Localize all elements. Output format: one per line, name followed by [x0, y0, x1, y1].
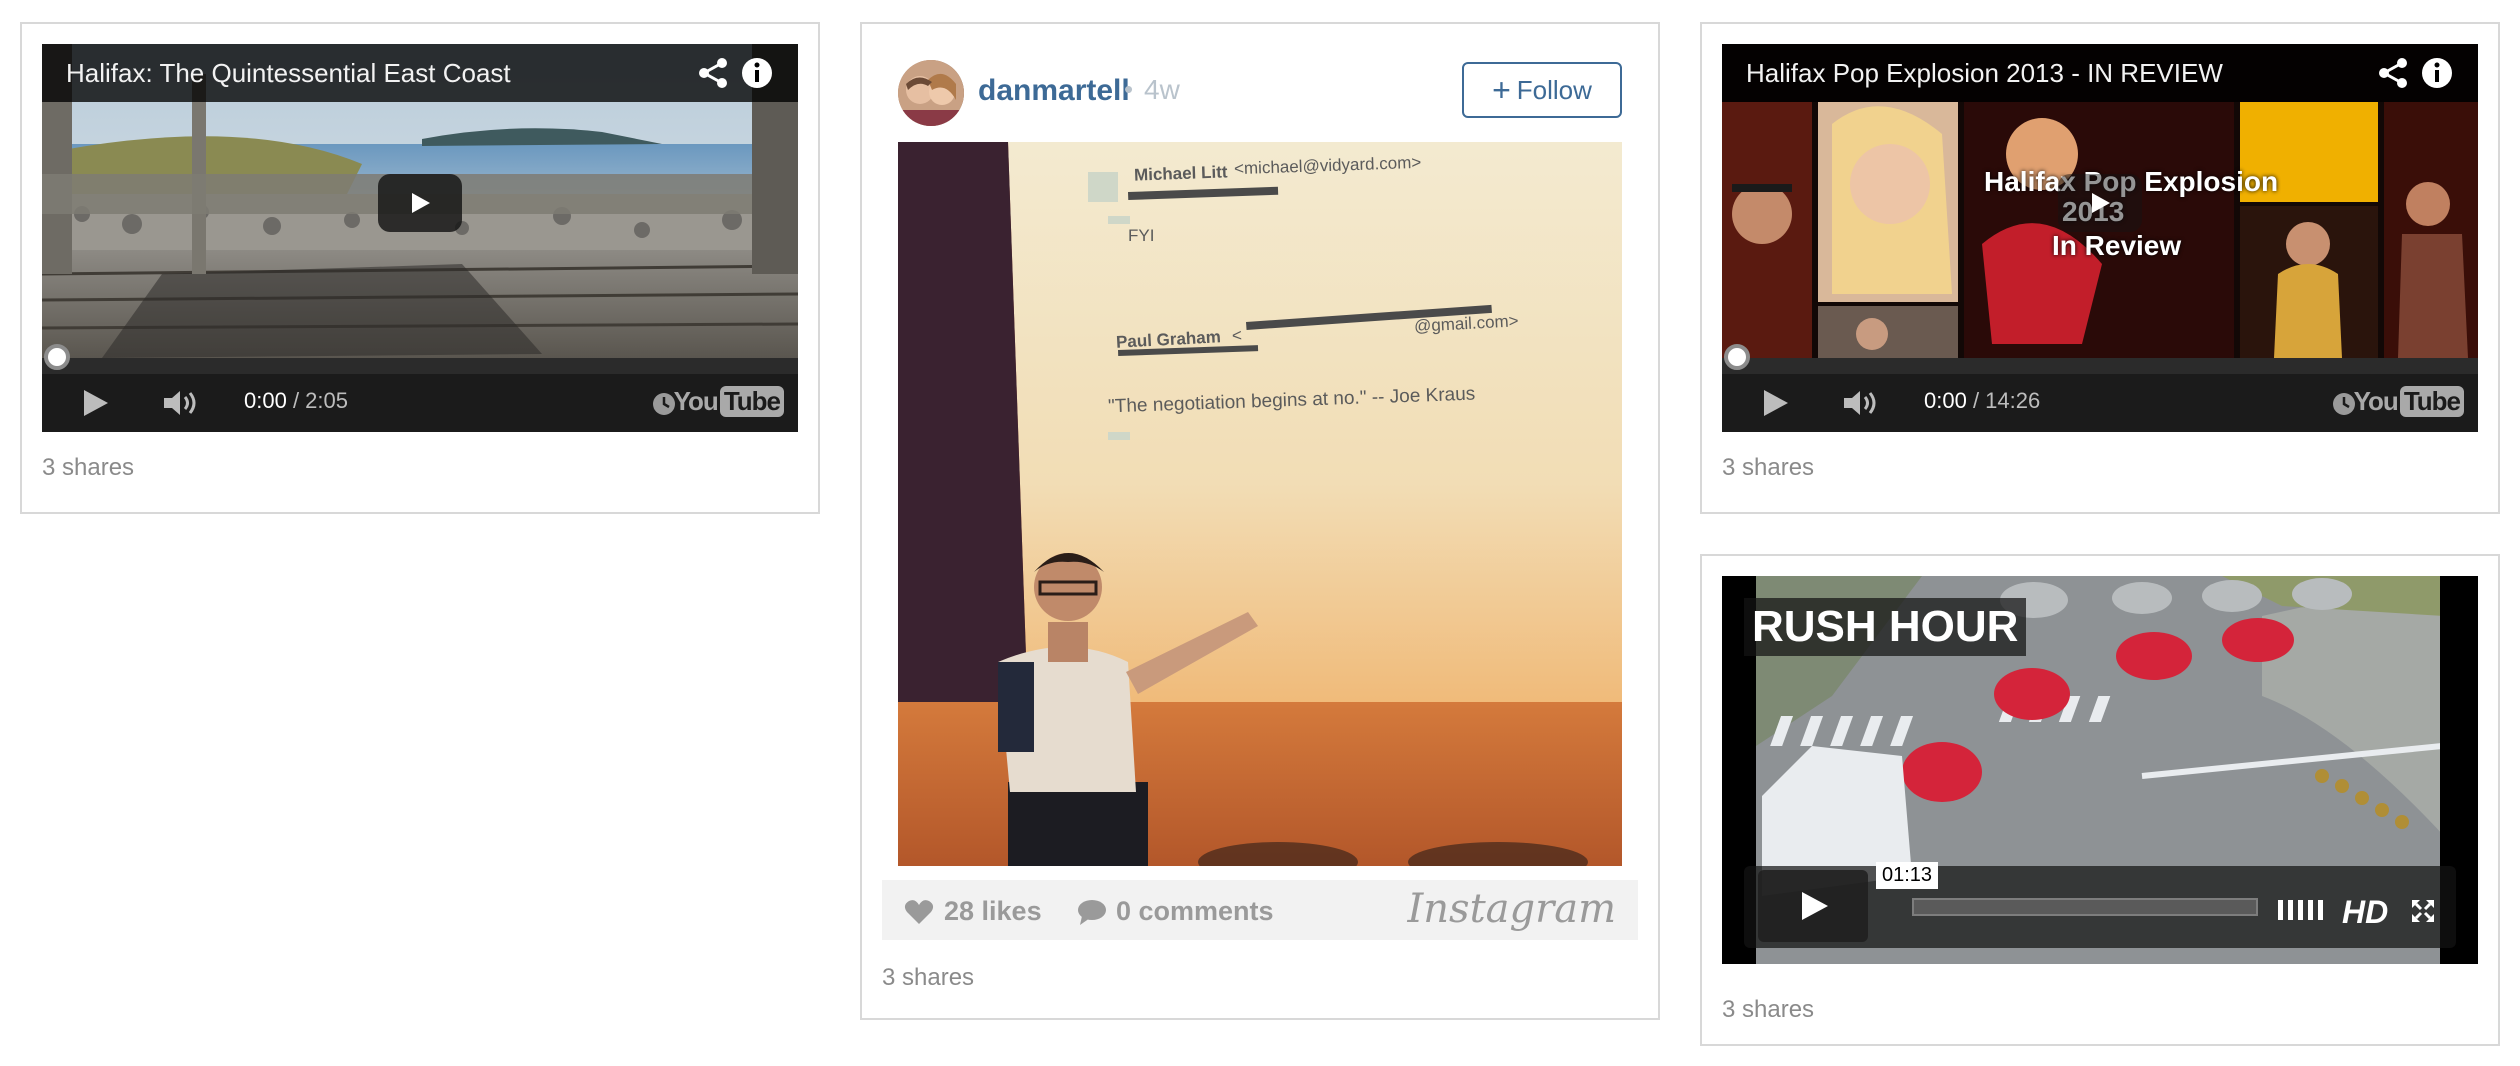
youtube-player[interactable]: Halifax Pop Explosion 2013 In Review Hal…: [1722, 44, 2478, 432]
avatar[interactable]: [898, 60, 964, 126]
youtube-logo[interactable]: You Tube: [2354, 386, 2464, 417]
comment-icon[interactable]: [1076, 898, 1108, 926]
progress-bar[interactable]: [1912, 898, 2258, 916]
youtube-logo-you: You: [673, 386, 719, 416]
play-icon[interactable]: [80, 388, 110, 418]
youtube-logo-you: You: [2353, 386, 2399, 416]
instagram-card: danmartell • 4w + Follow Michael Litt <m…: [860, 22, 1660, 1020]
avatar-image: [898, 60, 964, 126]
time-display: 0:00 / 14:26: [1924, 388, 2040, 414]
fullscreen-icon[interactable]: [2410, 898, 2436, 924]
video-player[interactable]: RUSH HOUR 01:13 HD: [1722, 576, 2478, 964]
volume-icon[interactable]: [162, 388, 202, 418]
video-card-rush-hour: RUSH HOUR 01:13 HD 3 shares: [1700, 554, 2500, 1046]
time-display: 0:00 / 2:05: [244, 388, 348, 414]
video-title-bar: Halifax Pop Explosion 2013 - IN REVIEW: [1722, 44, 2478, 102]
progress-scrubber[interactable]: [44, 344, 70, 370]
play-icon: [412, 193, 430, 213]
progress-bar[interactable]: [1722, 358, 2478, 374]
time-total: 14:26: [1985, 388, 2041, 413]
follow-button[interactable]: + Follow: [1462, 62, 1622, 118]
video-title[interactable]: Halifax: The Quintessential East Coast: [66, 58, 511, 89]
time-separator: /: [286, 388, 306, 413]
hd-toggle[interactable]: HD: [2342, 894, 2388, 931]
instagram-photo[interactable]: Michael Litt <michael@vidyard.com> FYI P…: [898, 142, 1622, 866]
video-title[interactable]: RUSH HOUR: [1744, 598, 2027, 656]
volume-icon[interactable]: [1842, 388, 1882, 418]
share-icon[interactable]: [696, 56, 730, 90]
time-current: 0:00: [244, 388, 287, 413]
video-title-bar: Halifax: The Quintessential East Coast: [42, 44, 798, 102]
plus-icon: +: [1492, 72, 1511, 108]
watch-later-icon[interactable]: [652, 392, 676, 416]
progress-bar[interactable]: [42, 358, 798, 374]
share-count: 3 shares: [1722, 996, 1815, 1023]
email-fyi: FYI: [1128, 226, 1155, 245]
volume-bars-icon[interactable]: [2276, 898, 2324, 922]
video-thumbnail[interactable]: Halifax: The Quintessential East Coast: [42, 44, 798, 358]
likes-count[interactable]: 28 likes: [944, 896, 1042, 927]
play-icon[interactable]: [1760, 388, 1790, 418]
email-sender-1: Michael Litt: [1133, 162, 1228, 185]
comments-count[interactable]: 0 comments: [1116, 896, 1274, 927]
time-total: 2:05: [305, 388, 348, 413]
play-icon: [2092, 193, 2110, 213]
play-button[interactable]: [1758, 870, 1868, 942]
video-title[interactable]: Halifax Pop Explosion 2013 - IN REVIEW: [1746, 58, 2223, 89]
share-count: 3 shares: [1722, 454, 1815, 481]
youtube-logo[interactable]: You Tube: [674, 386, 784, 417]
instagram-header: danmartell • 4w + Follow: [862, 24, 1658, 142]
video-thumbnail[interactable]: Halifax Pop Explosion 2013 In Review Hal…: [1722, 44, 2478, 358]
info-icon[interactable]: [740, 56, 774, 90]
watch-later-icon[interactable]: [2332, 392, 2356, 416]
info-icon[interactable]: [2420, 56, 2454, 90]
share-count: 3 shares: [882, 964, 975, 991]
youtube-logo-tube: Tube: [719, 386, 784, 417]
video-card-halifax: Halifax: The Quintessential East Coast 0…: [20, 22, 820, 514]
player-controls: 0:00 / 2:05 You Tube: [42, 374, 798, 432]
play-icon: [1802, 892, 1828, 920]
video-card-pop-explosion: Halifax Pop Explosion 2013 In Review Hal…: [1700, 22, 2500, 514]
player-controls: 0:00 / 14:26 You Tube: [1722, 374, 2478, 432]
time-current: 0:00: [1924, 388, 1967, 413]
time-separator: /: [1966, 388, 1986, 413]
presentation-photo: [898, 142, 1622, 866]
youtube-logo-tube: Tube: [2399, 386, 2464, 417]
email-address-2-start: <: [1231, 325, 1243, 346]
share-icon[interactable]: [2376, 56, 2410, 90]
follow-label: Follow: [1516, 74, 1592, 105]
overlay-text-3: In Review: [2052, 230, 2182, 261]
share-count: 3 shares: [42, 454, 135, 481]
progress-scrubber[interactable]: [1724, 344, 1750, 370]
instagram-footer: 28 likes 0 comments Instagram: [882, 880, 1638, 940]
timecode-tooltip: 01:13: [1876, 862, 1939, 889]
large-play-button[interactable]: [378, 174, 462, 232]
instagram-logo[interactable]: Instagram: [1407, 886, 1616, 932]
instagram-username[interactable]: danmartell: [978, 74, 1130, 108]
heart-icon[interactable]: [904, 898, 934, 926]
separator-dot: •: [1124, 74, 1134, 104]
post-age[interactable]: 4w: [1144, 74, 1180, 106]
youtube-player[interactable]: Halifax: The Quintessential East Coast 0…: [42, 44, 798, 432]
large-play-button[interactable]: [2058, 174, 2142, 232]
